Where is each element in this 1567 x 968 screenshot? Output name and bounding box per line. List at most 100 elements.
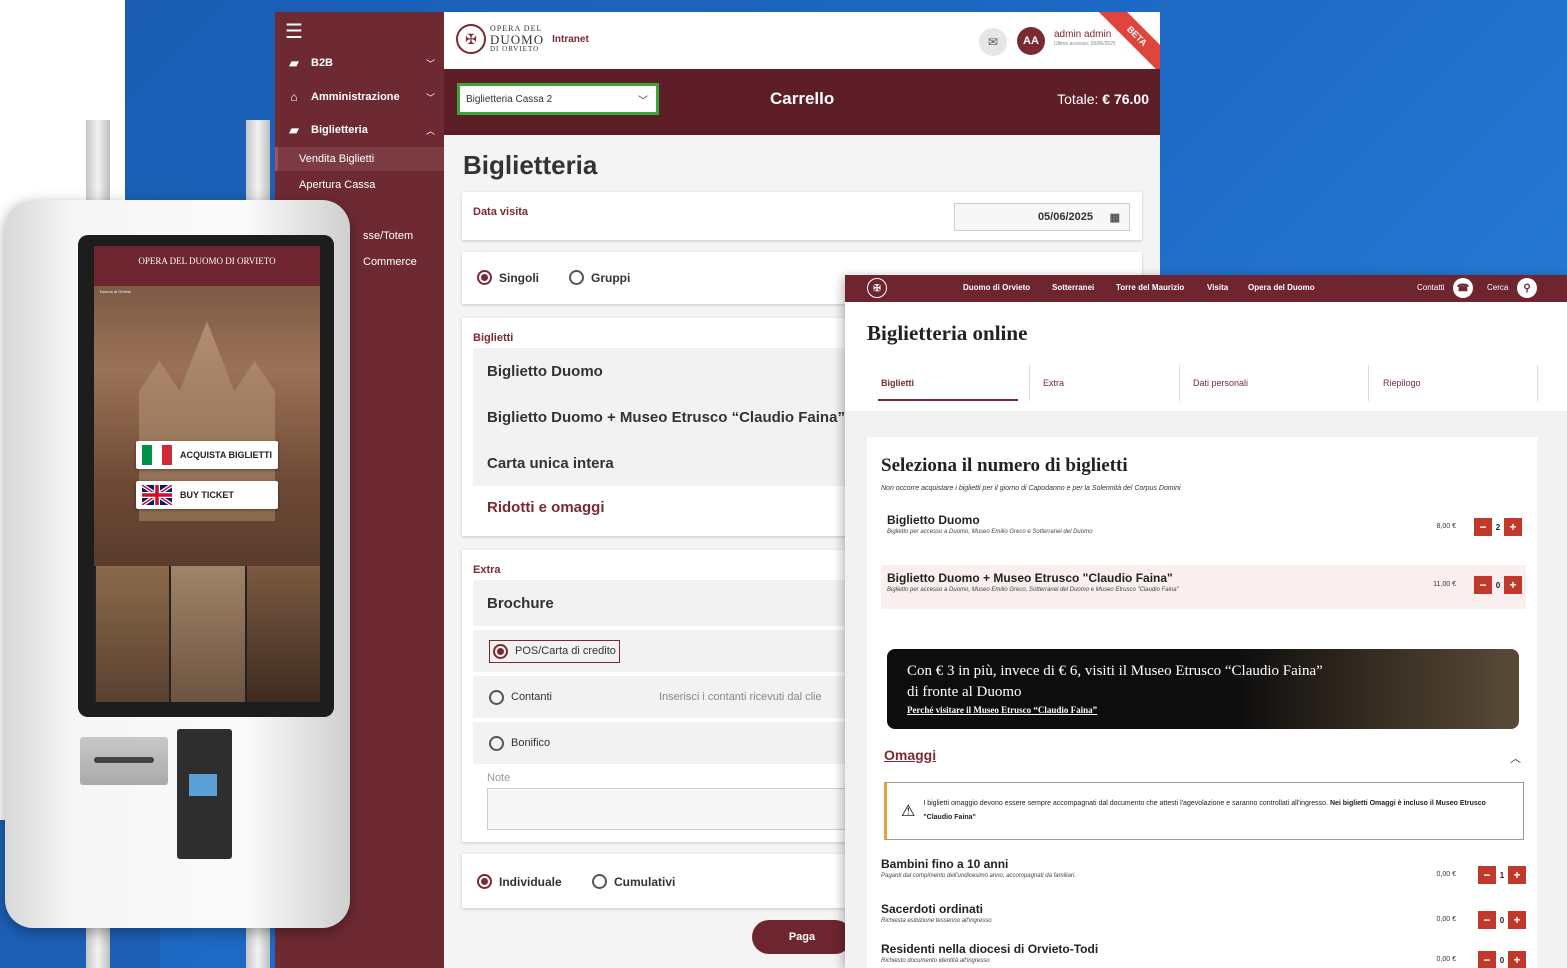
nav-link[interactable]: Duomo di Orvieto — [963, 283, 1030, 292]
plus-button[interactable]: + — [1508, 866, 1526, 884]
radio-label: Individuale — [499, 874, 562, 889]
tab-biglietti[interactable]: Biglietti — [878, 365, 1018, 401]
radio-bonifico[interactable]: Bonifico — [489, 735, 550, 751]
visit-label: Data visita — [473, 206, 529, 218]
ticket-price: 8,00 € — [1436, 523, 1456, 530]
chevron-down-icon: ﹀ — [638, 95, 648, 107]
minus-button[interactable]: − — [1478, 951, 1496, 968]
sidebar-subitem-apertura[interactable]: Apertura Cassa — [275, 173, 445, 197]
promo-banner: Con € 3 in più, invece di € 6, visiti il… — [887, 649, 1519, 729]
nav-link[interactable]: Opera del Duomo — [1248, 283, 1315, 292]
radio-label: Gruppi — [591, 270, 631, 285]
quantity-value[interactable]: 0 — [1496, 956, 1508, 965]
gift-name: Sacerdoti ordinati — [881, 902, 984, 916]
online-tabs: Biglietti Extra Dati personali Riepilogo — [867, 365, 1547, 401]
chevron-up-icon: ︿ — [425, 125, 435, 136]
logo[interactable]: ✠ OPERA DEL DUOMO DI ORVIETO Intranet — [456, 24, 589, 54]
calendar-icon: ▦ — [1109, 211, 1120, 224]
tab-separator — [1368, 365, 1369, 401]
quantity-stepper: − 1 + — [1478, 866, 1526, 884]
tab-label: Biglietti — [881, 378, 914, 388]
chevron-up-icon[interactable]: ︿ — [1510, 750, 1521, 766]
mail-icon[interactable]: ✉ — [979, 28, 1007, 56]
sidebar-item-label: B2B — [311, 57, 334, 69]
quantity-value[interactable]: 0 — [1496, 916, 1508, 925]
cart-bar: Biglietteria Cassa 2 ﹀ Carrello Totale: … — [444, 69, 1160, 135]
sidebar-subitem-vendita[interactable]: Vendita Biglietti — [275, 147, 445, 171]
phone-icon[interactable]: ☎ — [1453, 278, 1473, 298]
ticket-name: Biglietto Duomo + Museo Etrusco "Claudio… — [887, 571, 1173, 585]
gift-item: Residenti nella diocesi di Orvieto-Todi … — [881, 942, 1526, 968]
quantity-value[interactable]: 0 — [1492, 581, 1504, 590]
buy-tickets-it-button[interactable]: ACQUISTA BIGLIETTI — [136, 441, 278, 469]
total-value: € 76.00 — [1102, 91, 1149, 107]
last-access: Ultimo accesso: 05/06/2025 — [1054, 41, 1116, 47]
plus-button[interactable]: + — [1508, 951, 1526, 968]
visit-card: Data visita 05/06/2025 ▦ — [462, 192, 1142, 240]
sidebar-item-label: Amministrazione — [311, 91, 400, 103]
cash-hint: Inserisci i contanti ricevuti dal clie — [659, 691, 822, 703]
pos-terminal — [177, 729, 232, 859]
select-subtitle: Non occorre acquistare i biglietti per i… — [881, 485, 1181, 492]
sidebar-item-amministrazione[interactable]: ⌂ Amministrazione ﹀ — [275, 82, 445, 112]
note-label: Note — [487, 772, 511, 784]
pos-option[interactable]: POS/Carta di credito — [489, 639, 620, 663]
uk-flag-icon — [142, 485, 172, 505]
tab-label: Dati personali — [1193, 378, 1249, 388]
contacts-link[interactable]: Contatti — [1417, 283, 1445, 292]
tab-extra[interactable]: Extra — [1043, 365, 1183, 401]
minus-button[interactable]: − — [1478, 866, 1496, 884]
search-icon[interactable]: ⚲ — [1517, 278, 1537, 298]
radio-pos[interactable]: POS/Carta di credito — [493, 643, 616, 659]
tickets-label: Biglietti — [473, 332, 514, 344]
gift-item: Bambini fino a 10 anni Paganti dal compi… — [881, 857, 1526, 891]
seal-icon[interactable]: ✠ — [867, 278, 887, 298]
logo-line: DI ORVIETO — [490, 45, 540, 53]
minus-button[interactable]: − — [1474, 576, 1492, 594]
plus-button[interactable]: + — [1508, 911, 1526, 929]
plus-button[interactable]: + — [1504, 518, 1522, 536]
date-input[interactable]: 05/06/2025 ▦ — [954, 203, 1130, 231]
radio-dot — [477, 874, 492, 889]
quantity-value[interactable]: 1 — [1496, 871, 1508, 880]
search-link[interactable]: Cerca — [1487, 283, 1508, 292]
gift-price: 0,00 € — [1436, 871, 1456, 878]
omaggi-toggle[interactable]: Omaggi — [884, 747, 936, 763]
buy-ticket-en-button[interactable]: BUY TICKET — [136, 481, 278, 509]
radio-individuale[interactable]: Individuale — [477, 874, 562, 889]
cart-title[interactable]: Carrello — [770, 89, 834, 109]
sidebar-item-biglietteria[interactable]: ▰ Biglietteria ︿ — [275, 115, 445, 145]
pay-button[interactable]: Paga — [752, 920, 852, 954]
radio-cumulativi[interactable]: Cumulativi — [592, 874, 675, 889]
kiosk-screen: OPERA DEL DUOMO DI ORVIETO Duomo di Orvi… — [94, 246, 320, 702]
radio-singoli[interactable]: Singoli — [477, 270, 539, 285]
radio-gruppi[interactable]: Gruppi — [569, 270, 630, 285]
user-info[interactable]: admin admin Ultimo accesso: 05/06/2025 — [1054, 30, 1116, 47]
stage: ☰ ▰ B2B ﹀ ⌂ Amministrazione ﹀ ▰ Bigliett… — [0, 0, 1567, 968]
ticket-item: Biglietto Duomo + Museo Etrusco "Claudio… — [881, 565, 1526, 609]
cassa-select[interactable]: Biglietteria Cassa 2 ﹀ — [457, 83, 659, 115]
chevron-down-icon: ﹀ — [425, 92, 435, 103]
nav-link[interactable]: Torre del Maurizio — [1116, 283, 1184, 292]
online-nav: ✠ Duomo di Orvieto Sotterranei Torre del… — [845, 275, 1567, 302]
online-ticketing: ✠ Duomo di Orvieto Sotterranei Torre del… — [845, 275, 1567, 968]
tab-riepilogo[interactable]: Riepilogo — [1383, 365, 1523, 401]
avatar[interactable]: AA — [1017, 27, 1045, 55]
nav-link[interactable]: Sotterranei — [1052, 283, 1094, 292]
plus-button[interactable]: + — [1504, 576, 1522, 594]
tab-dati-personali[interactable]: Dati personali — [1193, 365, 1353, 401]
kiosk-header: OPERA DEL DUOMO DI ORVIETO — [94, 246, 320, 286]
ticket-selection-card: Seleziona il numero di biglietti Non occ… — [867, 437, 1537, 968]
promo-link[interactable]: Perché visitare il Museo Etrusco “Claudi… — [907, 705, 1499, 715]
intranet-label: Intranet — [552, 33, 589, 45]
nav-link[interactable]: Visita — [1207, 283, 1228, 292]
menu-icon[interactable]: ☰ — [285, 22, 303, 42]
radio-contanti[interactable]: Contanti — [489, 689, 552, 705]
kiosk-photos — [94, 566, 320, 702]
minus-button[interactable]: − — [1478, 911, 1496, 929]
quantity-value[interactable]: 2 — [1492, 523, 1504, 532]
seal-icon: ✠ — [456, 24, 486, 54]
minus-button[interactable]: − — [1474, 518, 1492, 536]
sidebar-item-b2b[interactable]: ▰ B2B ﹀ — [275, 48, 445, 78]
radio-label: Cumulativi — [614, 874, 676, 889]
